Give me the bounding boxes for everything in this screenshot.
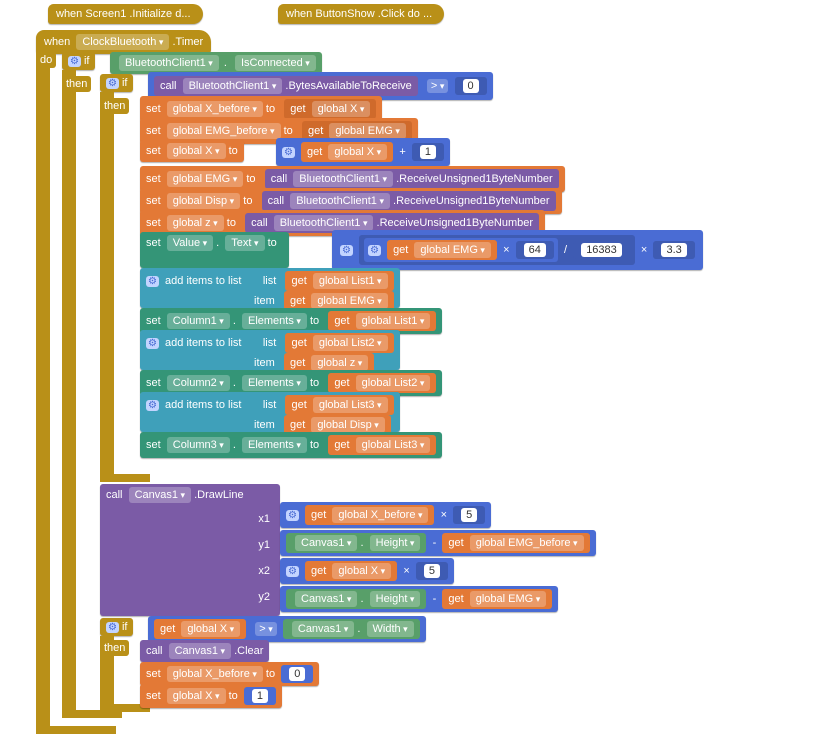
- drawline-x2[interactable]: get global X × 5: [280, 558, 454, 584]
- gear-icon[interactable]: [286, 565, 302, 577]
- if-block-2[interactable]: if: [100, 74, 133, 92]
- call-drawline[interactable]: call Canvas1 .DrawLine x1 y1 x2 y2: [100, 484, 280, 616]
- call-block: call BluetoothClient1 .BytesAvailableToR…: [154, 76, 418, 96]
- label-x1: x1: [106, 513, 274, 525]
- label-then1: then: [62, 76, 91, 92]
- gear-icon[interactable]: [146, 337, 162, 349]
- cond-width[interactable]: get global X > Canvas1 . Width: [148, 616, 426, 642]
- arm-then2-foot: [100, 474, 150, 482]
- add-items-list1[interactable]: add items to list list get global List1 …: [140, 268, 400, 308]
- gear-icon[interactable]: [106, 77, 122, 89]
- drawline-y1[interactable]: Canvas1 . Height - get global EMG_before: [280, 530, 596, 556]
- math-value[interactable]: get global EMG × 64 / 16383 × 3.3: [332, 230, 703, 270]
- arm-do-foot: [36, 726, 116, 734]
- set-x-inc[interactable]: set global X to: [140, 140, 244, 162]
- drawline-y2[interactable]: Canvas1 . Height - get global EMG: [280, 586, 558, 612]
- gear-icon[interactable]: [340, 244, 356, 256]
- gear-icon[interactable]: [146, 275, 162, 287]
- arm-then1: [62, 70, 76, 712]
- if-block-3[interactable]: if: [100, 618, 133, 636]
- cond-isconnected[interactable]: BluetoothClient1 . IsConnected: [110, 52, 322, 74]
- set-col3[interactable]: set Column3 . Elements to get global Lis…: [140, 432, 442, 458]
- gear-icon[interactable]: [282, 146, 298, 158]
- math-x-plus-1[interactable]: get global X + 1: [276, 138, 450, 166]
- gear-icon[interactable]: [68, 55, 84, 67]
- dropdown-btclient[interactable]: BluetoothClient1: [183, 78, 283, 94]
- label-do: do: [36, 52, 56, 68]
- add-items-list2[interactable]: add items to list list get global List2 …: [140, 330, 400, 370]
- set-x-1[interactable]: set global X to 1: [140, 684, 282, 708]
- event-buttonshow-click[interactable]: when ButtonShow .Click do ...: [278, 4, 444, 24]
- call-clear[interactable]: call Canvas1 .Clear: [140, 640, 269, 662]
- dropdown-btclient1[interactable]: BluetoothClient1: [119, 55, 219, 71]
- set-value-text[interactable]: set Value . Text to: [140, 232, 289, 268]
- op-gt[interactable]: >: [427, 79, 448, 93]
- gear-icon[interactable]: [368, 244, 384, 256]
- add-items-list3[interactable]: add items to list list get global List3 …: [140, 392, 400, 432]
- label-y2: y2: [106, 591, 274, 603]
- event-clocktimer[interactable]: when ClockBluetooth .Timer: [36, 30, 211, 54]
- label-x2: x2: [106, 565, 274, 577]
- gear-icon[interactable]: [146, 399, 162, 411]
- set-xbefore-0[interactable]: set global X_before to 0: [140, 662, 319, 686]
- arm-do: [36, 48, 50, 728]
- arm-then2: [100, 92, 114, 476]
- if-block-1[interactable]: if: [62, 52, 95, 70]
- gear-icon[interactable]: [286, 509, 302, 521]
- dropdown-isconnected[interactable]: IsConnected: [235, 55, 316, 71]
- label-then3: then: [100, 640, 129, 656]
- drawline-x1[interactable]: get global X_before × 5: [280, 502, 491, 528]
- label-y1: y1: [106, 539, 274, 551]
- event-screen1-init[interactable]: when Screen1 .Initialize d...: [48, 4, 203, 24]
- dropdown-clockbluetooth[interactable]: ClockBluetooth: [76, 34, 169, 50]
- gear-icon[interactable]: [106, 621, 122, 633]
- label-then2: then: [100, 98, 129, 114]
- num-zero: 0: [455, 77, 487, 95]
